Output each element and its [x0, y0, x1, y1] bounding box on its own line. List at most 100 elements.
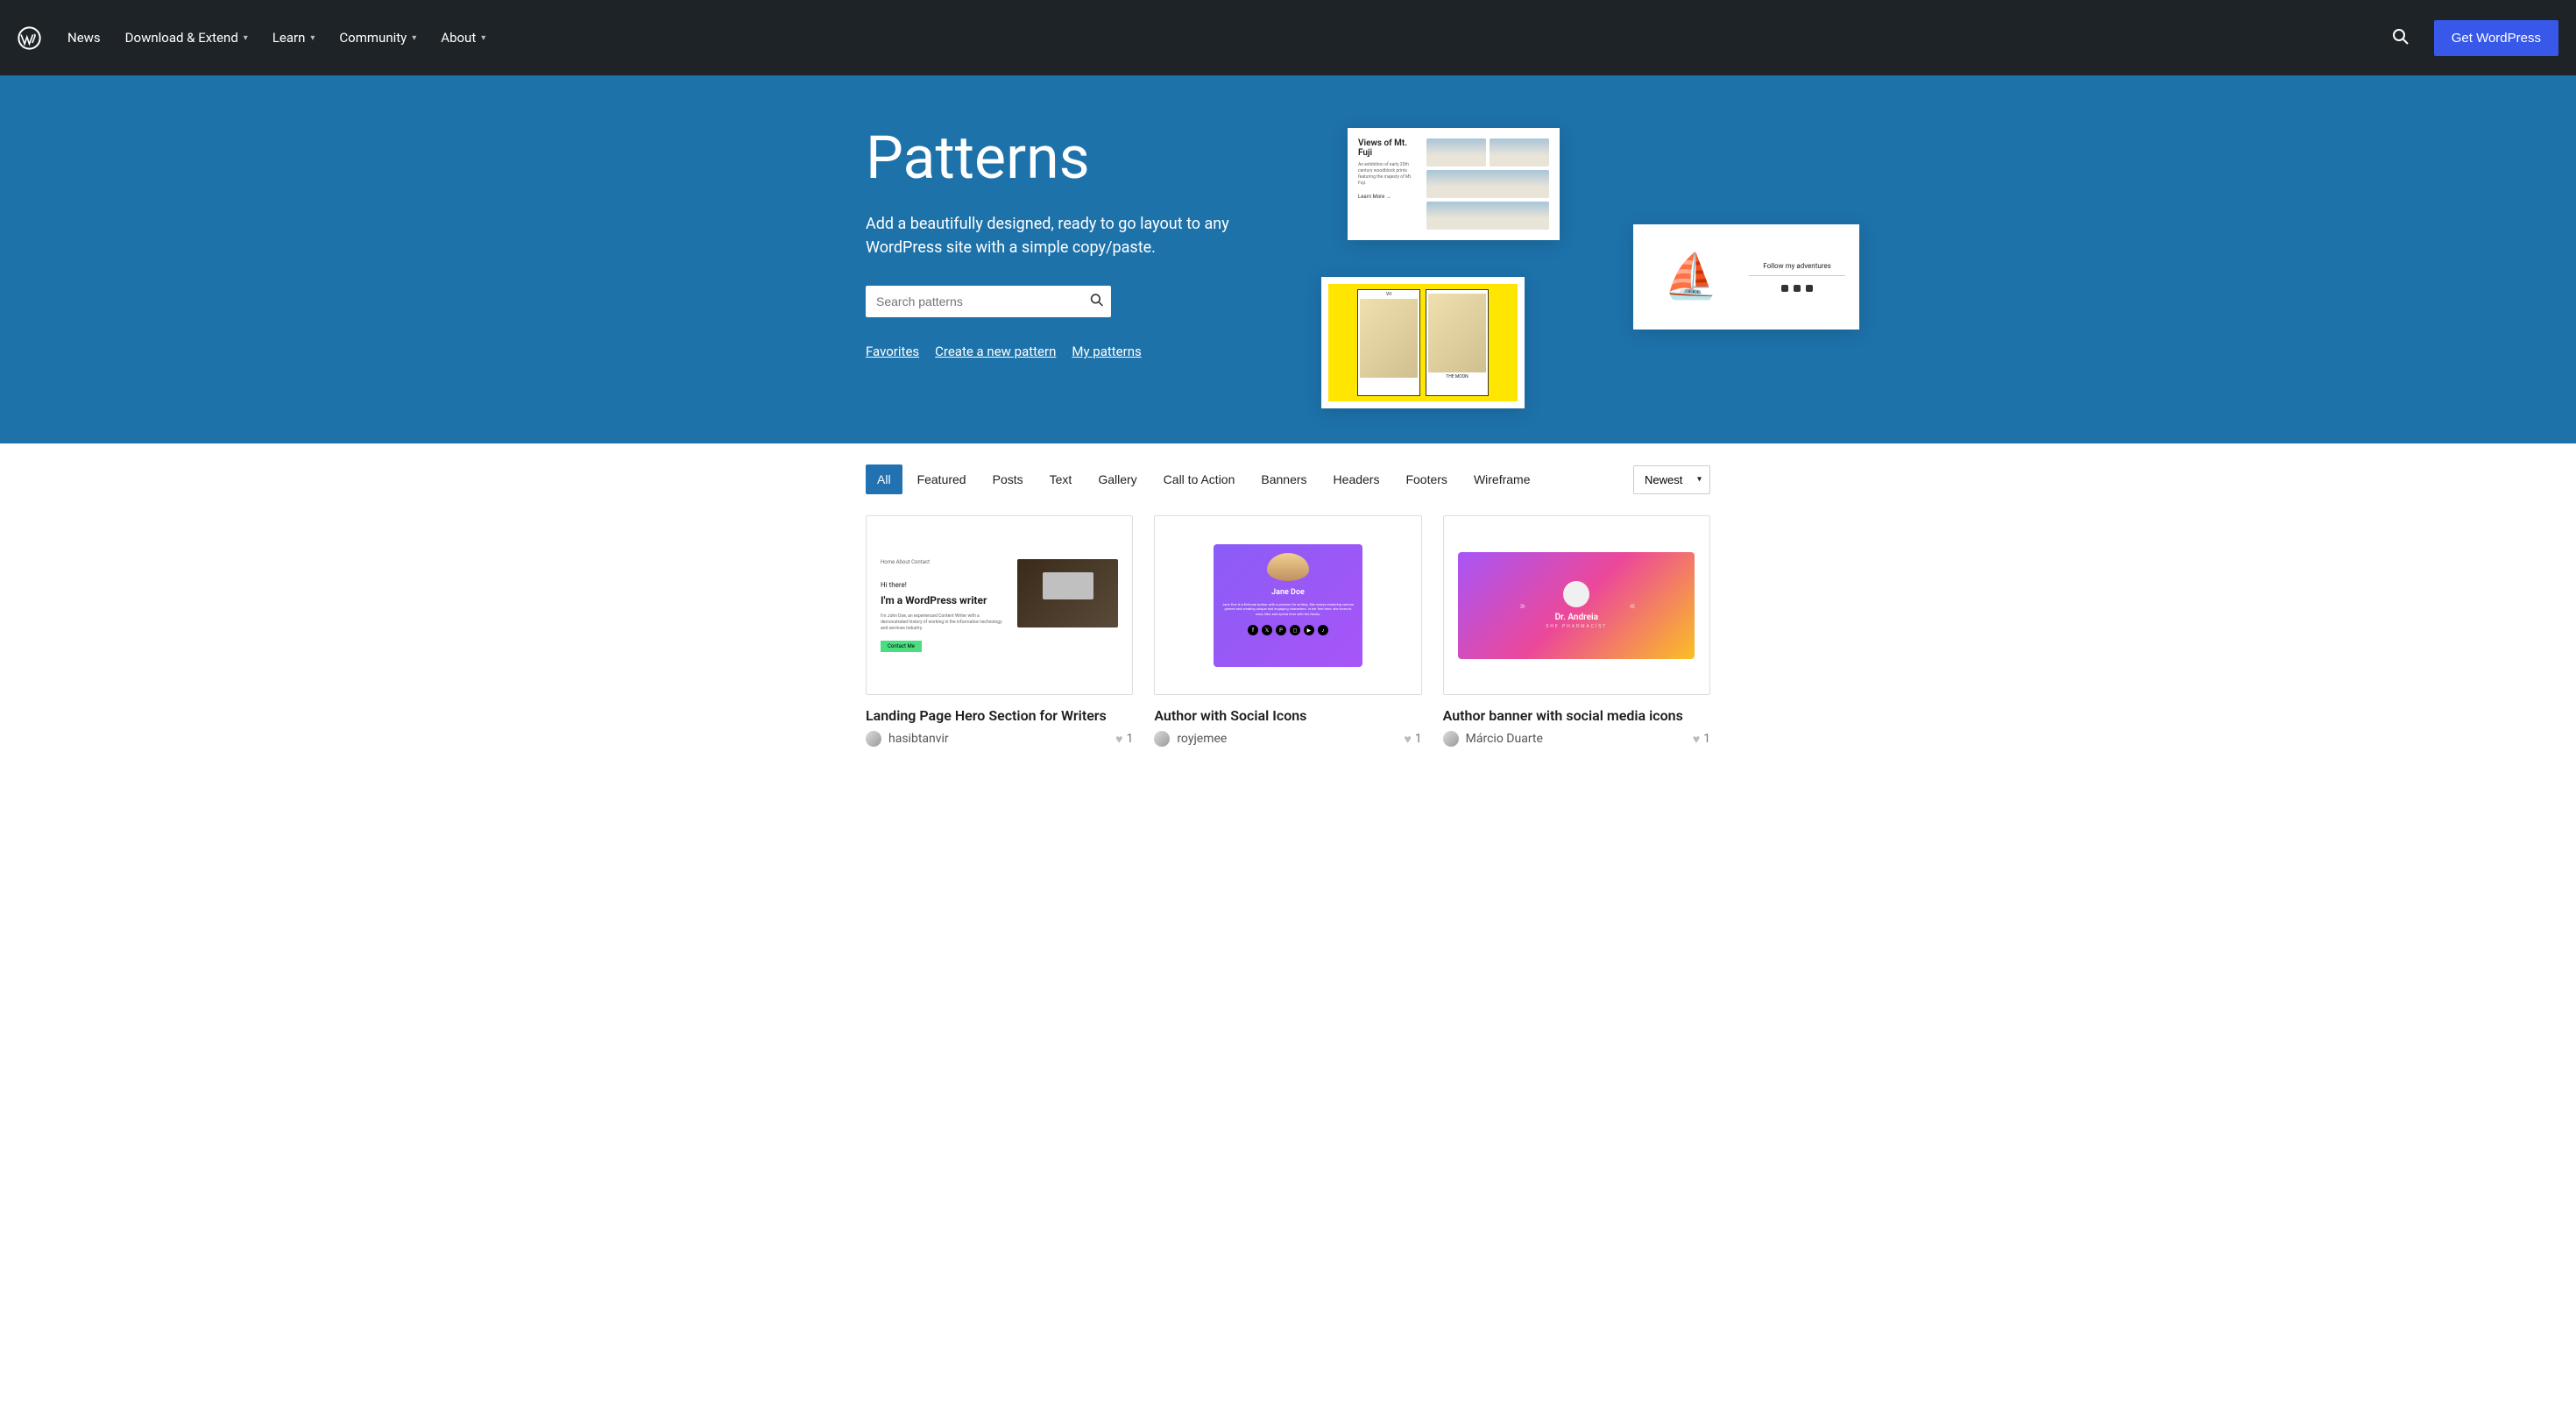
mockup-image [1426, 138, 1486, 167]
filter-footers[interactable]: Footers [1394, 464, 1458, 494]
mockup-title: Views of Mt. Fuji [1358, 138, 1419, 158]
filter-featured[interactable]: Featured [906, 464, 978, 494]
like-button[interactable]: ♥1 [1115, 732, 1133, 747]
mockup-image [1490, 138, 1549, 167]
sort-dropdown-wrap: Newest [1633, 465, 1710, 494]
filter-banners[interactable]: Banners [1249, 464, 1318, 494]
pattern-preview[interactable]: Home About Contact Hi there! I'm a WordP… [866, 515, 1133, 695]
youtube-icon: ▶ [1304, 625, 1314, 635]
filter-text[interactable]: Text [1038, 464, 1084, 494]
preview-role: SHE PHARMACIST [1546, 624, 1607, 629]
preview-greeting: Hi there! [881, 581, 1007, 589]
preview-avatar [1267, 553, 1309, 581]
get-wordpress-button[interactable]: Get WordPress [2434, 20, 2558, 56]
my-patterns-link[interactable]: My patterns [1072, 344, 1141, 359]
nav-community-label: Community [339, 30, 407, 46]
chevron-right-icon: ‹‹‹ [1630, 599, 1634, 612]
search-icon [1090, 294, 1104, 308]
nav-learn[interactable]: Learn ▾ [272, 30, 315, 46]
favorites-link[interactable]: Favorites [866, 344, 919, 359]
tarot-card: VII [1357, 289, 1420, 396]
chevron-down-icon: ▾ [481, 33, 485, 43]
pattern-title[interactable]: Author banner with social media icons [1443, 707, 1710, 724]
filter-gallery[interactable]: Gallery [1086, 464, 1148, 494]
patterns-grid: Home About Contact Hi there! I'm a WordP… [866, 515, 1710, 747]
header-right: Get WordPress [2385, 20, 2558, 56]
facebook-icon: f [1248, 625, 1258, 635]
mockup-link: Learn More → [1358, 194, 1419, 200]
main-header: News Download & Extend▾ Learn ▾ Community… [0, 0, 2576, 75]
preview-social-icons: f 𝕏 P ◻ ▶ ♪ [1222, 625, 1354, 635]
sort-dropdown[interactable]: Newest [1633, 465, 1710, 494]
like-button[interactable]: ♥1 [1404, 732, 1421, 747]
chevron-down-icon: ▾ [310, 33, 315, 43]
tiktok-icon: ♪ [1318, 625, 1328, 635]
mockup-tarot: VII THE MOON [1321, 277, 1525, 408]
author-avatar[interactable] [1443, 731, 1459, 747]
filter-posts[interactable]: Posts [981, 464, 1035, 494]
chevron-down-icon: ▾ [244, 33, 248, 43]
card-label: VII [1360, 292, 1418, 297]
mockup-ship: ⛵ Follow my adventures [1633, 224, 1859, 330]
hero-mockups: Views of Mt. Fuji An exhibition of early… [1321, 128, 1710, 408]
like-count: 1 [1126, 732, 1133, 746]
pinterest-icon: P [1276, 625, 1286, 635]
filter-headers[interactable]: Headers [1322, 464, 1391, 494]
pattern-preview[interactable]: ››› Dr. Andreia SHE PHARMACIST ‹‹‹ [1443, 515, 1710, 695]
pattern-title[interactable]: Author with Social Icons [1154, 707, 1421, 724]
filter-wireframe[interactable]: Wireframe [1462, 464, 1542, 494]
pattern-preview[interactable]: Jane Doe Jane Doe is a fictional author … [1154, 515, 1421, 695]
author-avatar[interactable] [1154, 731, 1170, 747]
hero-section: Patterns Add a beautifully designed, rea… [0, 75, 2576, 443]
author-name[interactable]: Márcio Duarte [1466, 732, 1686, 746]
preview-name: Dr. Andreia [1546, 613, 1607, 622]
pattern-title[interactable]: Landing Page Hero Section for Writers [866, 707, 1133, 724]
preview-desc: Jane Doe is a fictional author with a pa… [1222, 602, 1354, 617]
heart-icon: ♥ [1693, 732, 1700, 747]
instagram-icon: ◻ [1290, 625, 1300, 635]
pattern-card: Jane Doe Jane Doe is a fictional author … [1154, 515, 1421, 747]
preview-name: Jane Doe [1222, 588, 1354, 597]
author-name[interactable]: royjemee [1177, 732, 1397, 746]
card-label: THE MOON [1428, 374, 1486, 379]
nav-community[interactable]: Community▾ [339, 30, 416, 46]
like-count: 1 [1415, 732, 1422, 746]
create-pattern-link[interactable]: Create a new pattern [935, 344, 1056, 359]
header-search-button[interactable] [2385, 21, 2417, 55]
filter-all[interactable]: All [866, 464, 902, 494]
mockup-image [1426, 202, 1549, 230]
page-description: Add a beautifully designed, ready to go … [866, 212, 1269, 259]
preview-image [1017, 559, 1118, 627]
nav-news[interactable]: News [67, 30, 101, 46]
search-submit-button[interactable] [1090, 294, 1104, 310]
wordpress-logo[interactable] [18, 26, 41, 50]
like-count: 1 [1703, 732, 1710, 746]
nav-about-label: About [441, 30, 476, 46]
heart-icon: ♥ [1404, 732, 1411, 747]
preview-button: Contact Me [881, 641, 922, 652]
pattern-meta: royjemee ♥1 [1154, 731, 1421, 747]
nav-download[interactable]: Download & Extend▾ [125, 30, 248, 46]
author-avatar[interactable] [866, 731, 881, 747]
ship-illustration: ⛵ [1647, 242, 1735, 312]
preview-desc: I'm John Doe, an experienced Content Wri… [881, 613, 1007, 632]
mockup-fuji: Views of Mt. Fuji An exhibition of early… [1348, 128, 1560, 240]
preview-avatar [1563, 581, 1589, 607]
mockup-image [1426, 170, 1549, 198]
pattern-meta: hasibtanvir ♥1 [866, 731, 1133, 747]
heart-icon: ♥ [1115, 732, 1122, 747]
nav-learn-label: Learn [272, 30, 306, 46]
social-icons [1749, 285, 1845, 292]
twitter-icon: 𝕏 [1262, 625, 1272, 635]
like-button[interactable]: ♥1 [1693, 732, 1710, 747]
author-name[interactable]: hasibtanvir [888, 732, 1108, 746]
filter-cta[interactable]: Call to Action [1152, 464, 1247, 494]
page-title: Patterns [866, 128, 1269, 188]
mockup-desc: An exhibition of early 20th century wood… [1358, 162, 1419, 187]
nav-about[interactable]: About ▾ [441, 30, 485, 46]
category-filters: All Featured Posts Text Gallery Call to … [866, 464, 1542, 494]
tarot-card: THE MOON [1426, 289, 1489, 396]
search-input[interactable] [866, 286, 1111, 317]
pattern-search [866, 286, 1111, 317]
pattern-meta: Márcio Duarte ♥1 [1443, 731, 1710, 747]
